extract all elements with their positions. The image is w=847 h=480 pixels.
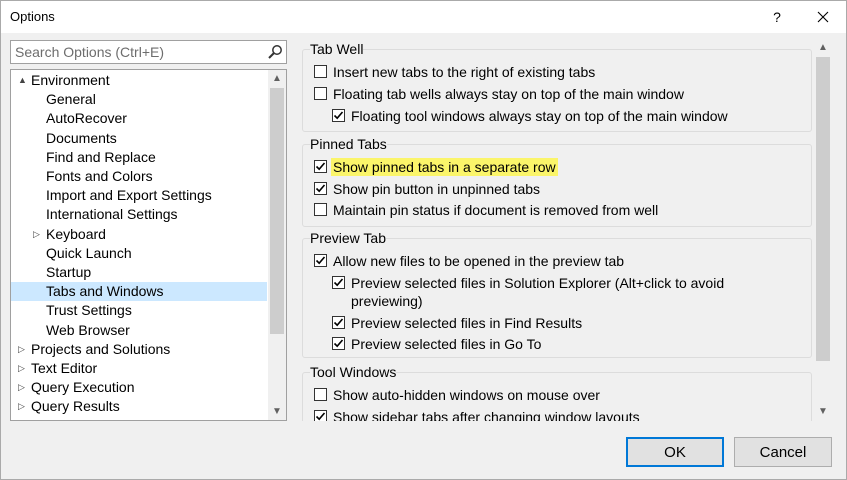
tree-item-label: Query Results	[31, 398, 120, 415]
option-label: Floating tab wells always stay on top of…	[333, 86, 684, 102]
checkbox-unchecked-icon[interactable]	[314, 203, 327, 216]
option-label: Preview selected files in Solution Explo…	[351, 275, 725, 291]
tree-scroll-thumb[interactable]	[270, 88, 284, 334]
tree-scrollbar[interactable]: ▲ ▼	[268, 70, 286, 420]
tree-item-label: Text Editor	[31, 360, 98, 376]
tree-item[interactable]: Import and Export Settings	[11, 186, 267, 205]
collapsed-arrow-icon[interactable]: ▷	[18, 378, 25, 397]
checkbox-checked-icon[interactable]	[332, 276, 345, 289]
option-label: Show pinned tabs in a separate row	[331, 158, 558, 176]
checkbox-unchecked-icon[interactable]	[314, 388, 327, 401]
tree-item-label: Fonts and Colors	[46, 168, 153, 184]
tree-item[interactable]: ▷ Query Results	[11, 397, 267, 416]
group-title: Tab Well	[310, 41, 364, 57]
scroll-up-icon[interactable]: ▲	[268, 70, 286, 87]
panel-scroll-up-icon[interactable]: ▲	[814, 39, 832, 56]
tree-item[interactable]: Find and Replace	[11, 148, 267, 167]
option-label: Show sidebar tabs after changing window …	[333, 409, 640, 421]
option-label: Maintain pin status if document is remov…	[333, 202, 659, 218]
tree-item[interactable]: Quick Launch	[11, 244, 267, 263]
help-button[interactable]: ?	[754, 1, 800, 33]
tree-item-label: General	[46, 91, 96, 108]
option-label: Floating tool windows always stay on top…	[351, 108, 728, 124]
tree-item-label: International Settings	[46, 206, 178, 223]
tree-item[interactable]: Trust Settings	[11, 301, 267, 320]
ok-button[interactable]: OK	[626, 437, 724, 467]
option-label: Preview selected files in Go To	[351, 336, 542, 352]
checkbox-checked-icon[interactable]	[314, 410, 327, 421]
window-title: Options	[10, 9, 55, 24]
search-input[interactable]	[11, 41, 261, 63]
checkbox-checked-icon[interactable]	[332, 109, 345, 122]
tree-item-label: Projects and Solutions	[31, 340, 171, 357]
group-title: Tool Windows	[310, 364, 397, 380]
tree-item[interactable]: ▷ Keyboard	[11, 225, 267, 244]
tree-item[interactable]: ▲ Environment	[11, 71, 267, 90]
option-label-continued: previewing)	[351, 293, 423, 309]
title-bar: Options ?	[1, 1, 846, 33]
options-tree[interactable]: ▲ ▼ ▲ Environment General AutoRecover Docume…	[10, 69, 287, 421]
tree-item-label: Keyboard	[46, 225, 106, 242]
checkbox-checked-icon[interactable]	[314, 160, 327, 173]
tree-item-label: AutoRecover	[46, 110, 127, 127]
checkbox-unchecked-icon[interactable]	[314, 65, 327, 78]
options-dialog: Options ? ▲ ▼ ▲EnvironmentGeneralAutoRec…	[0, 0, 847, 480]
close-button[interactable]	[800, 1, 846, 33]
collapsed-arrow-icon[interactable]: ▷	[18, 340, 25, 359]
search-box	[10, 40, 287, 64]
group-title: Pinned Tabs	[310, 136, 387, 152]
tree-item[interactable]: ▷ Projects and Solutions	[11, 340, 267, 359]
tree-item-label: Environment	[31, 72, 110, 88]
tree-item-label: Query Execution	[31, 379, 135, 396]
tree-item[interactable]: Fonts and Colors	[11, 167, 267, 186]
tree-item[interactable]: Startup	[11, 263, 267, 282]
tree-item-label: Quick Launch	[46, 244, 132, 261]
option-label: Preview selected files in Find Results	[351, 315, 583, 331]
tree-item-label: Documents	[46, 129, 117, 146]
tree-item[interactable]: General	[11, 90, 267, 109]
collapsed-arrow-icon[interactable]: ▷	[18, 397, 25, 416]
tree-item[interactable]: ▷ Query Execution	[11, 378, 267, 397]
tree-item-label: Startup	[46, 264, 92, 280]
panel-scroll-thumb[interactable]	[816, 57, 830, 361]
tree-item[interactable]: Tabs and Windows	[11, 282, 267, 302]
checkbox-unchecked-icon[interactable]	[314, 87, 327, 100]
tree-item-label: Tabs and Windows	[46, 283, 164, 300]
option-label: Allow new files to be opened in the prev…	[333, 253, 625, 269]
option-label: Show pin button in unpinned tabs	[333, 181, 541, 197]
cancel-button[interactable]: Cancel	[734, 437, 832, 467]
search-icon[interactable]	[267, 44, 283, 60]
group-title: Preview Tab	[310, 230, 387, 246]
option-label: Insert new tabs to the right of existing…	[333, 64, 596, 80]
tabs-and-windows-panel: Tab Well Insert new tabs to the right of …	[300, 39, 833, 421]
tree-item-label: Import and Export Settings	[46, 187, 212, 204]
tree-item[interactable]: Web Browser	[11, 321, 267, 340]
checkbox-checked-icon[interactable]	[332, 316, 345, 329]
close-icon	[817, 11, 829, 23]
checkbox-checked-icon[interactable]	[314, 254, 327, 267]
scroll-down-icon[interactable]: ▼	[268, 403, 286, 420]
tree-item[interactable]: Documents	[11, 129, 267, 148]
expanded-arrow-icon[interactable]: ▲	[18, 71, 27, 90]
checkbox-checked-icon[interactable]	[314, 182, 327, 195]
tree-item[interactable]: AutoRecover	[11, 109, 267, 128]
checkbox-checked-icon[interactable]	[332, 337, 345, 350]
tree-item[interactable]: International Settings	[11, 205, 267, 224]
option-label: Show auto-hidden windows on mouse over	[333, 387, 600, 403]
tree-item[interactable]: ▷ Text Editor	[11, 359, 267, 378]
panel-scrollbar[interactable]: ▲ ▼	[814, 39, 832, 421]
collapsed-arrow-icon[interactable]: ▷	[18, 359, 25, 378]
tree-item-label: Find and Replace	[46, 148, 156, 165]
collapsed-arrow-icon[interactable]: ▷	[33, 225, 40, 244]
tree-item-label: Trust Settings	[46, 302, 132, 319]
panel-scroll-down-icon[interactable]: ▼	[814, 403, 832, 420]
tree-item-label: Web Browser	[46, 321, 130, 338]
